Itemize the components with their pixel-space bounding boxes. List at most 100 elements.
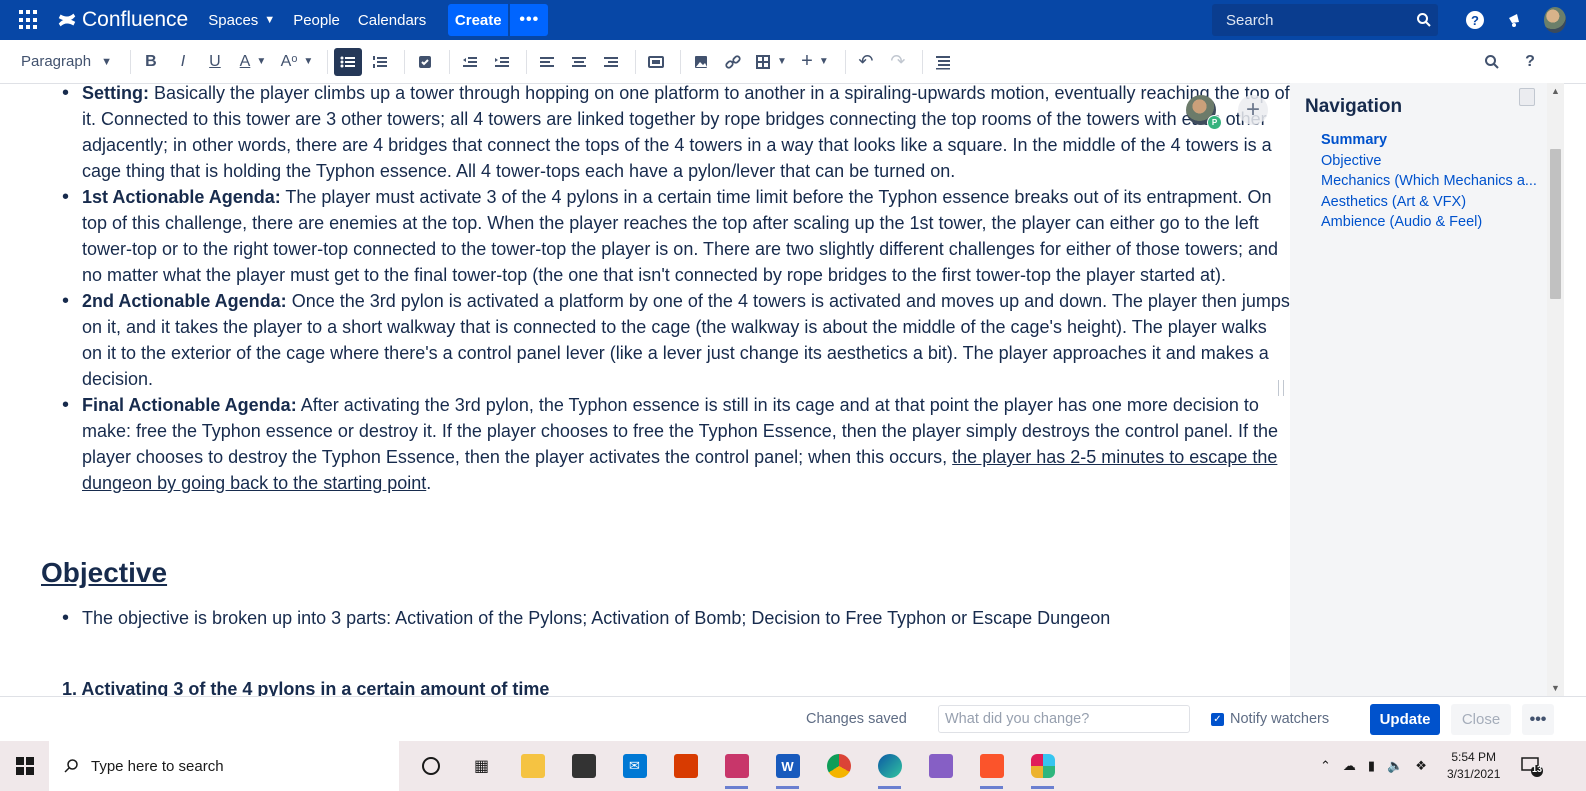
toolbar-divider xyxy=(844,49,846,74)
add-collaborator-button[interactable]: + xyxy=(1238,95,1268,125)
scroll-down-icon[interactable]: ▼ xyxy=(1551,683,1560,693)
snip-sketch-button[interactable] xyxy=(711,741,762,791)
snip-icon xyxy=(724,754,749,778)
scroll-up-icon[interactable]: ▲ xyxy=(1551,86,1560,96)
more-actions-button[interactable]: ••• xyxy=(1522,704,1554,735)
nav-calendars[interactable]: Calendars xyxy=(358,12,426,29)
numbered-list-icon xyxy=(372,55,387,68)
nav-spaces-label: Spaces xyxy=(208,11,259,29)
insert-more-button[interactable]: + ▼ xyxy=(795,48,835,76)
align-left-button[interactable] xyxy=(533,48,561,76)
align-right-button[interactable] xyxy=(597,48,625,76)
objective-heading: Objective xyxy=(41,557,168,588)
outdent-button[interactable] xyxy=(456,48,484,76)
nav-link-summary[interactable]: Summary xyxy=(1321,130,1537,151)
panel-resize-handle[interactable] xyxy=(1278,380,1284,396)
search-icon[interactable] xyxy=(1416,12,1432,28)
search-input[interactable] xyxy=(1224,10,1408,30)
paragraph-style-label: Paragraph xyxy=(21,53,92,70)
cloud-icon[interactable]: ☁ xyxy=(1343,758,1356,774)
redo-button[interactable]: ↷ xyxy=(884,48,912,76)
nav-link-ambience[interactable]: Ambience (Audio & Feel) xyxy=(1321,212,1537,233)
cortana-button[interactable] xyxy=(405,741,456,791)
list-item-title: Final Actionable Agenda: xyxy=(82,395,297,415)
taskbar-search[interactable]: Type here to search xyxy=(49,741,399,791)
insert-image-button[interactable] xyxy=(687,48,715,76)
notifications-button[interactable] xyxy=(1504,9,1526,31)
system-clock[interactable]: 5:54 PM 3/31/2021 xyxy=(1447,749,1500,783)
file-explorer-button[interactable] xyxy=(507,741,558,791)
find-replace-button[interactable] xyxy=(1478,48,1506,76)
undo-button[interactable]: ↶ xyxy=(852,48,880,76)
more-formatting-button[interactable]: Aᵒ ▼ xyxy=(277,48,317,76)
volume-icon[interactable]: 🔈 xyxy=(1387,758,1403,774)
nav-link-objective[interactable]: Objective xyxy=(1321,151,1537,172)
list-item-title: 2nd Actionable Agenda: xyxy=(82,291,287,311)
cortana-icon xyxy=(421,757,440,775)
chevron-up-icon[interactable]: ⌃ xyxy=(1320,758,1331,774)
update-button[interactable]: Update xyxy=(1370,704,1440,735)
table-icon xyxy=(756,54,770,69)
text-color-button[interactable]: A ▼ xyxy=(233,48,273,76)
chrome-button[interactable] xyxy=(813,741,864,791)
word-button[interactable]: W xyxy=(762,741,813,791)
windows-start-icon[interactable] xyxy=(16,757,34,775)
paragraph-style-dropdown[interactable]: Paragraph ▼ xyxy=(21,53,112,70)
app-switcher-icon[interactable] xyxy=(19,10,39,30)
page-layout-button[interactable] xyxy=(642,48,670,76)
action-center-button[interactable]: 13 xyxy=(1520,754,1544,778)
nav-people[interactable]: People xyxy=(293,12,340,29)
create-more-button[interactable]: ••• xyxy=(510,4,549,36)
megaphone-icon xyxy=(1509,14,1519,27)
profile-button[interactable] xyxy=(1544,7,1566,33)
global-search[interactable] xyxy=(1212,4,1438,36)
nav-link-aesthetics[interactable]: Aesthetics (Art & VFX) xyxy=(1321,192,1537,213)
checkmark-icon: ✓ xyxy=(1211,712,1224,726)
table-of-contents-button[interactable] xyxy=(929,48,957,76)
nav-spaces[interactable]: Spaces ▼ xyxy=(208,12,275,29)
collaborator-badge: P xyxy=(1207,115,1222,130)
task-view-button[interactable]: ▦ xyxy=(456,741,507,791)
editor-toolbar: Paragraph ▼ B I U A ▼ Aᵒ ▼ ▼ + ▼ ↶ ↷ ? xyxy=(0,40,1586,84)
link-icon xyxy=(725,54,741,69)
redo-icon: ↷ xyxy=(890,51,906,71)
notify-watchers-checkbox[interactable]: ✓ Notify watchers xyxy=(1211,711,1329,727)
create-button[interactable]: Create xyxy=(448,4,509,36)
editor-content[interactable]: Setting: Basically the player climbs up … xyxy=(0,83,1290,706)
visual-studio-button[interactable] xyxy=(915,741,966,791)
change-comment-input[interactable] xyxy=(938,705,1190,733)
italic-button[interactable]: I xyxy=(169,48,197,76)
toolbar-divider xyxy=(634,49,636,74)
nav-link-mechanics[interactable]: Mechanics (Which Mechanics a... xyxy=(1321,171,1537,192)
taskbar-search-placeholder: Type here to search xyxy=(91,757,224,775)
store-button[interactable] xyxy=(558,741,609,791)
slack-button[interactable] xyxy=(1017,741,1068,791)
office-button[interactable] xyxy=(660,741,711,791)
align-center-button[interactable] xyxy=(565,48,593,76)
insert-table-button[interactable]: ▼ xyxy=(751,48,791,76)
scrollbar-thumb[interactable] xyxy=(1550,149,1561,299)
edge-button[interactable] xyxy=(864,741,915,791)
plus-icon: + xyxy=(1245,96,1260,123)
vertical-scrollbar[interactable]: ▲ ▼ xyxy=(1547,83,1564,696)
close-button[interactable]: Close xyxy=(1451,704,1511,735)
task-list-button[interactable] xyxy=(411,48,439,76)
panel-toggle-icon[interactable] xyxy=(1519,88,1535,106)
help-button[interactable]: ? xyxy=(1464,9,1486,31)
bold-button[interactable]: B xyxy=(137,48,165,76)
dropbox-icon[interactable]: ❖ xyxy=(1415,758,1427,774)
bullet-list-button[interactable] xyxy=(333,47,362,76)
numbered-list-button[interactable] xyxy=(366,48,394,76)
battery-icon[interactable]: ▮ xyxy=(1368,758,1375,774)
editor-help-button[interactable]: ? xyxy=(1516,48,1544,76)
help-icon: ? xyxy=(1525,53,1535,70)
list-item-title: 1st Actionable Agenda: xyxy=(82,187,281,207)
brave-button[interactable] xyxy=(966,741,1017,791)
insert-link-button[interactable] xyxy=(719,48,747,76)
confluence-logo[interactable]: Confluence xyxy=(56,8,188,32)
nav-people-label: People xyxy=(293,11,340,29)
underline-button[interactable]: U xyxy=(201,48,229,76)
chevron-down-icon: ▼ xyxy=(264,14,276,26)
indent-button[interactable] xyxy=(488,48,516,76)
mail-button[interactable]: ✉ xyxy=(609,741,660,791)
